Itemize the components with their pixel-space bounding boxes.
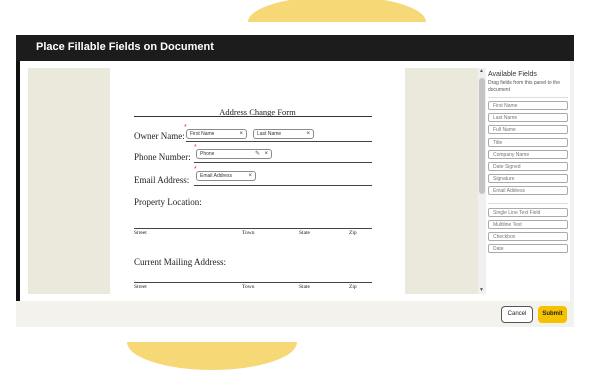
owner-name-line xyxy=(186,141,372,142)
field-chip-date-signed[interactable]: Date Signed xyxy=(488,162,568,171)
column-zip: Zip xyxy=(349,230,357,236)
remove-field-icon[interactable]: × xyxy=(264,150,268,159)
right-edge-strip xyxy=(570,61,574,327)
phone-number-line xyxy=(194,162,372,163)
field-chip-single-line-text[interactable]: Single Line Text Field xyxy=(488,208,568,217)
required-marker: * xyxy=(194,166,197,173)
panel-divider xyxy=(488,97,568,98)
field-chip-checkbox[interactable]: Checkbox xyxy=(488,232,568,241)
decorative-blob-bottom xyxy=(127,342,297,370)
email-address-line xyxy=(194,185,372,186)
scroll-down-arrow-icon[interactable]: ▼ xyxy=(479,287,484,293)
required-marker: * xyxy=(194,144,197,151)
field-chip-signature[interactable]: Signature xyxy=(488,174,568,183)
left-edge-bar xyxy=(16,61,20,327)
document-scrollbar[interactable]: ▲ ▼ xyxy=(478,68,486,294)
dialog-title: Place Fillable Fields on Document xyxy=(36,41,214,53)
phone-number-label: Phone Number: xyxy=(134,152,191,162)
placed-field-email[interactable]: * Email Address × xyxy=(194,166,256,181)
submit-button[interactable]: Submit xyxy=(538,306,567,323)
panel-description: Drag fields from this panel to the docum… xyxy=(488,80,560,93)
current-mailing-label: Current Mailing Address: xyxy=(134,257,226,267)
placed-field-first-name[interactable]: * First Name × xyxy=(184,124,247,139)
placed-field-last-name[interactable]: Last Name × xyxy=(253,129,314,139)
remove-field-icon[interactable]: × xyxy=(239,130,243,139)
remove-field-icon[interactable]: × xyxy=(248,172,252,181)
field-chip-multiline-text[interactable]: Multiline Text xyxy=(488,220,568,229)
scrollbar-thumb[interactable] xyxy=(479,78,485,194)
place-fields-dialog: Place Fillable Fields on Document Addres… xyxy=(16,35,574,327)
panel-divider xyxy=(488,203,568,204)
field-chip-first-name[interactable]: First Name xyxy=(488,101,568,110)
document-page[interactable]: Address Change Form Owner Name: * First … xyxy=(110,68,405,294)
field-chip-date[interactable]: Date xyxy=(488,244,568,253)
column-zip: Zip xyxy=(349,284,357,290)
property-address-line xyxy=(134,228,372,229)
mailing-address-line xyxy=(134,282,372,283)
column-street: Street xyxy=(134,230,147,236)
column-state: State xyxy=(299,230,310,236)
dialog-footer: Cancel Submit xyxy=(16,301,574,327)
decorative-blob-top xyxy=(248,0,426,22)
placed-field-label: First Name xyxy=(190,131,215,137)
cancel-button[interactable]: Cancel xyxy=(501,306,533,323)
available-fields-panel: Available Fields Drag fields from this p… xyxy=(486,68,570,294)
column-town: Town xyxy=(242,230,255,236)
column-state: State xyxy=(299,284,310,290)
placed-field-label: Phone xyxy=(200,151,215,157)
remove-field-icon[interactable]: × xyxy=(306,130,310,139)
title-rule xyxy=(134,116,372,117)
edit-pencil-icon[interactable]: ✎ xyxy=(255,150,260,159)
property-location-label: Property Location: xyxy=(134,197,202,207)
dialog-titlebar: Place Fillable Fields on Document xyxy=(16,35,574,61)
column-town: Town xyxy=(242,284,255,290)
field-chip-full-name[interactable]: Full Name xyxy=(488,125,568,134)
field-chip-title[interactable]: Title xyxy=(488,138,568,147)
field-chip-email-address[interactable]: Email Address xyxy=(488,186,568,195)
field-chip-last-name[interactable]: Last Name xyxy=(488,113,568,122)
owner-name-label: Owner Name: xyxy=(134,131,185,141)
scroll-up-arrow-icon[interactable]: ▲ xyxy=(479,68,484,74)
document-canvas: Address Change Form Owner Name: * First … xyxy=(28,68,478,294)
required-marker: * xyxy=(184,124,187,131)
placed-field-phone[interactable]: * Phone ✎ × xyxy=(194,144,272,159)
panel-title: Available Fields xyxy=(488,71,537,78)
placed-field-label: Email Address xyxy=(200,173,232,179)
email-address-label: Email Address: xyxy=(134,175,190,185)
field-chip-company-name[interactable]: Company Name xyxy=(488,150,568,159)
column-street: Street xyxy=(134,284,147,290)
placed-field-label: Last Name xyxy=(257,131,282,137)
